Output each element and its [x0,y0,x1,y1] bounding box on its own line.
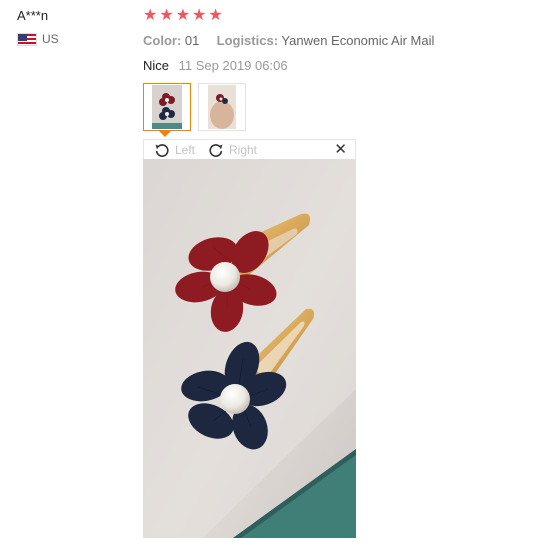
review-photo-thumbnail[interactable] [143,83,191,131]
reviewer-name: A***n [17,8,49,23]
country-code: US [42,32,59,46]
star-icon: ★ [208,7,223,24]
review-date: 11 Sep 2019 06:06 [178,58,288,73]
thumbnail-hand-image [208,85,236,129]
thumbnail-image [152,85,182,129]
thumbnail-image [208,85,236,129]
color-label: Color: [143,33,182,48]
color-value: 01 [184,33,200,48]
star-icon: ★ [143,7,158,24]
reviewer-country: US [17,32,59,46]
star-icon: ★ [192,7,207,24]
review-photo-large [143,159,356,538]
rotate-left-icon [155,144,169,157]
review-photo-thumbnail[interactable] [198,83,246,131]
rotate-left-label: Left [175,143,196,157]
thumbnail-hairclip-image [152,85,182,129]
rotate-right-button[interactable]: Right [208,140,257,160]
close-icon[interactable]: ✕ [334,141,347,159]
rotate-right-label: Right [229,143,258,157]
us-flag-icon [17,32,37,46]
star-icon: ★ [175,7,191,24]
rotate-left-button[interactable]: Left [154,140,195,160]
selected-thumbnail-indicator [159,131,171,137]
order-details: Color: 01 Logistics: Yanwen Economic Air… [143,33,434,48]
star-rating: ★ ★ ★ ★ ★ [143,8,223,24]
logistics-label: Logistics: [216,33,279,48]
rotate-right-icon [209,144,223,157]
image-viewer-toolbar: Left Right ✕ [143,139,356,159]
star-icon: ★ [159,7,174,24]
logistics-value: Yanwen Economic Air Mail [281,33,435,48]
review-line: Nice 11 Sep 2019 06:06 [143,58,288,73]
review-text: Nice [143,58,170,73]
hairclip-photo [143,159,356,538]
